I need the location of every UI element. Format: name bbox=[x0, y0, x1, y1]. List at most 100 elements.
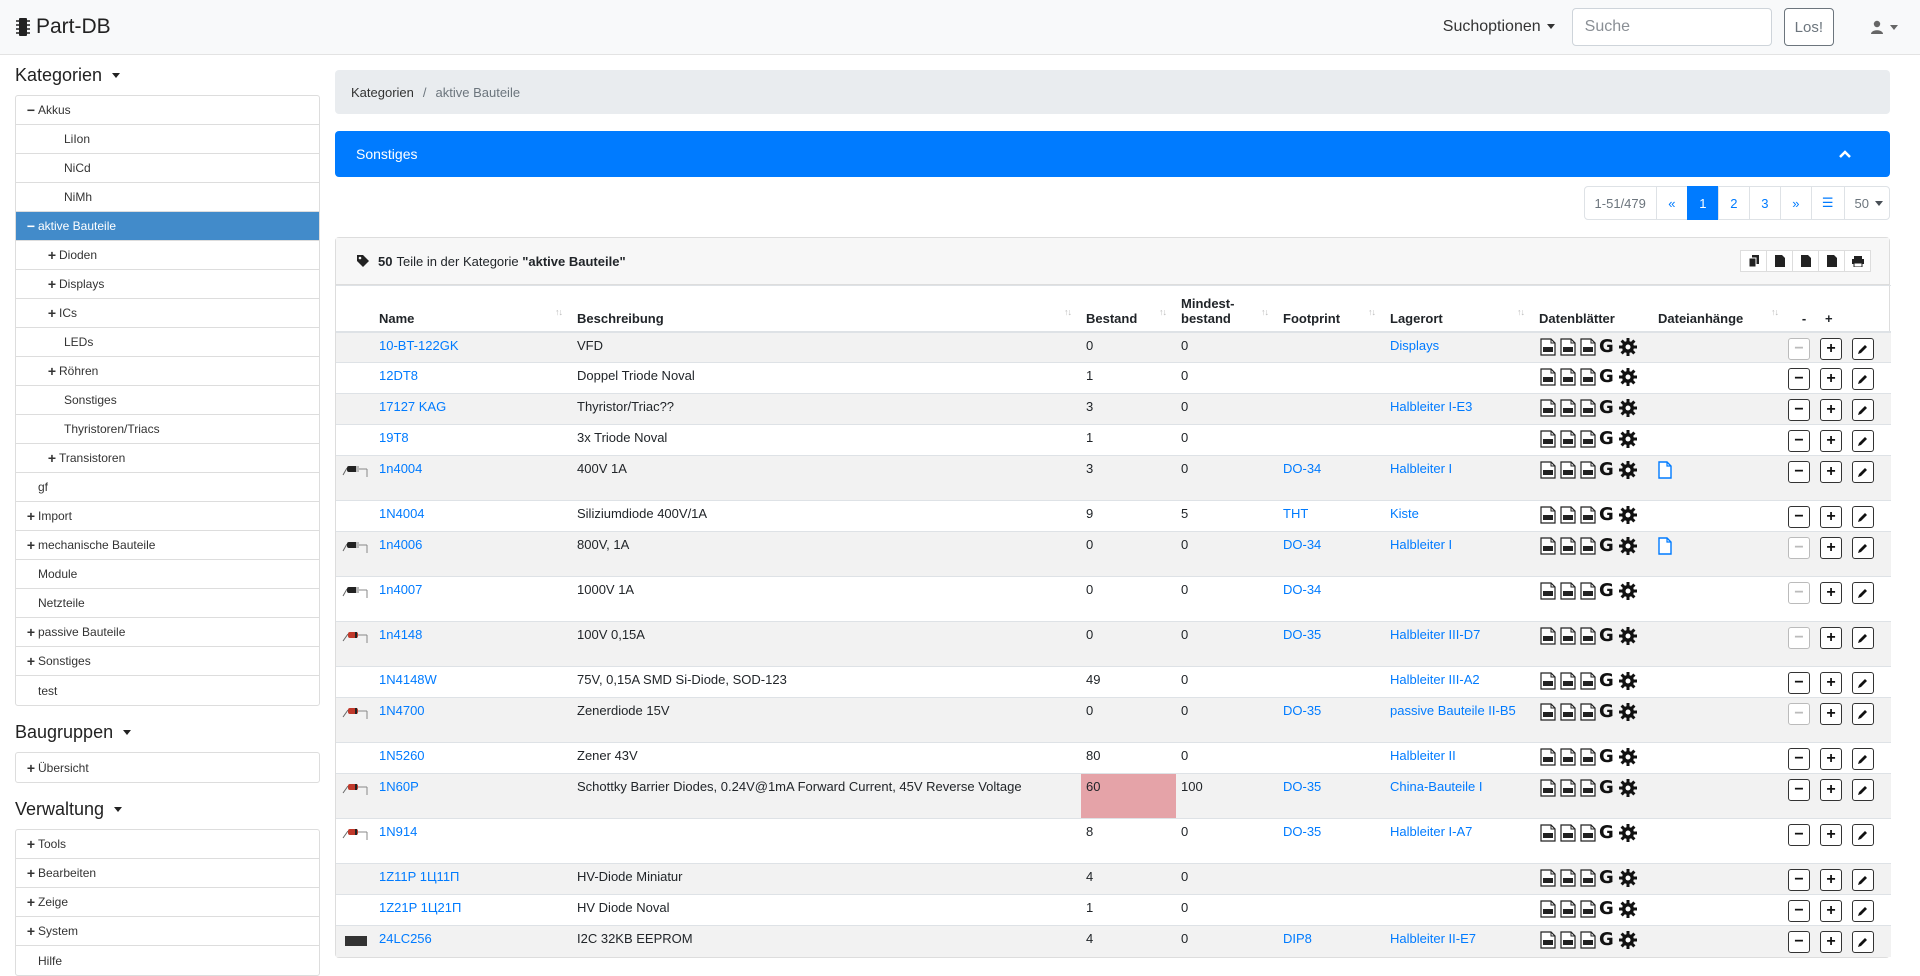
datasheet-archive-icon[interactable] bbox=[1579, 368, 1597, 386]
part-name-link[interactable]: 1N5260 bbox=[379, 748, 425, 763]
tree-item-übersicht[interactable]: + Übersicht bbox=[16, 753, 319, 782]
octopart-gear-icon[interactable] bbox=[1619, 869, 1637, 887]
expand-icon[interactable]: + bbox=[26, 836, 36, 852]
datasheet-pdf-icon[interactable] bbox=[1559, 368, 1577, 386]
edit-button[interactable] bbox=[1852, 337, 1874, 360]
table-row[interactable]: 17127 KAG Thyristor/Triac?? 3 0 Halbleiter I… bbox=[336, 393, 1891, 425]
withdraw-button[interactable]: − bbox=[1788, 461, 1810, 483]
datasheet-archive-icon[interactable] bbox=[1579, 931, 1597, 949]
datasheet-pdf-icon[interactable] bbox=[1559, 703, 1577, 721]
add-stock-button[interactable]: + bbox=[1820, 337, 1842, 360]
tree-item-ics[interactable]: + ICs bbox=[16, 299, 319, 328]
edit-button[interactable] bbox=[1852, 779, 1874, 801]
datasheet-archive-icon[interactable] bbox=[1579, 537, 1597, 555]
datasheet-pdf-icon[interactable] bbox=[1559, 824, 1577, 842]
part-name-link[interactable]: 1n4004 bbox=[379, 461, 422, 476]
datasheet-archive-icon[interactable] bbox=[1579, 399, 1597, 417]
octopart-gear-icon[interactable] bbox=[1619, 399, 1637, 417]
table-row[interactable]: 19T8 3x Triode Noval 1 0 G − + bbox=[336, 424, 1891, 456]
octopart-gear-icon[interactable] bbox=[1619, 900, 1637, 918]
tree-item-transistoren[interactable]: + Transistoren bbox=[16, 444, 319, 473]
google-search-icon[interactable]: G bbox=[1599, 900, 1617, 918]
expand-icon[interactable]: + bbox=[47, 247, 57, 263]
tree-item-system[interactable]: + System bbox=[16, 917, 319, 946]
part-thumbnail[interactable] bbox=[341, 630, 371, 644]
edit-button[interactable] bbox=[1852, 461, 1874, 483]
filter-panel-header[interactable]: Sonstiges bbox=[335, 131, 1890, 177]
alldatasheet-icon[interactable] bbox=[1539, 399, 1557, 417]
file-attachment-icon[interactable] bbox=[1658, 461, 1672, 479]
footprint-link[interactable]: DO-35 bbox=[1283, 703, 1321, 718]
table-row[interactable]: 1Z21P 1Ц21П HV Diode Noval 1 0 G − + bbox=[336, 894, 1891, 926]
tree-item-dioden[interactable]: + Dioden bbox=[16, 241, 319, 270]
table-row[interactable]: 1N60P Schottky Barrier Diodes, 0.24V@1mA … bbox=[336, 773, 1891, 819]
expand-icon[interactable]: + bbox=[47, 276, 57, 292]
octopart-gear-icon[interactable] bbox=[1619, 430, 1637, 448]
add-stock-button[interactable]: + bbox=[1820, 931, 1842, 953]
add-stock-button[interactable]: + bbox=[1820, 430, 1842, 452]
user-menu[interactable] bbox=[1870, 20, 1898, 34]
baugruppen-title[interactable]: Baugruppen bbox=[15, 712, 320, 752]
footprint-link[interactable]: DO-35 bbox=[1283, 824, 1321, 839]
pagination-page-1[interactable]: 1 bbox=[1686, 186, 1719, 220]
storage-location-link[interactable]: Displays bbox=[1390, 338, 1439, 353]
col-footprint[interactable]: Footprint ↑↓ bbox=[1278, 285, 1385, 333]
edit-button[interactable] bbox=[1852, 824, 1874, 846]
google-search-icon[interactable]: G bbox=[1599, 672, 1617, 690]
tree-item-passive-bauteile[interactable]: + passive Bauteile bbox=[16, 618, 319, 647]
storage-location-link[interactable]: Halbleiter III-D7 bbox=[1390, 627, 1480, 642]
alldatasheet-icon[interactable] bbox=[1539, 703, 1557, 721]
part-thumbnail[interactable] bbox=[341, 464, 371, 478]
alldatasheet-icon[interactable] bbox=[1539, 931, 1557, 949]
alldatasheet-icon[interactable] bbox=[1539, 368, 1557, 386]
print-icon[interactable] bbox=[1844, 250, 1871, 272]
octopart-gear-icon[interactable] bbox=[1619, 506, 1637, 524]
search-input[interactable] bbox=[1571, 8, 1772, 46]
alldatasheet-icon[interactable] bbox=[1539, 430, 1557, 448]
datasheet-pdf-icon[interactable] bbox=[1559, 779, 1577, 797]
octopart-gear-icon[interactable] bbox=[1619, 931, 1637, 949]
list-view-icon[interactable]: ☰ bbox=[1810, 186, 1845, 220]
part-name-link[interactable]: 17127 KAG bbox=[379, 399, 446, 414]
storage-location-link[interactable]: China-Bauteile I bbox=[1390, 779, 1483, 794]
google-search-icon[interactable]: G bbox=[1599, 461, 1617, 479]
table-row[interactable]: 1n4006 800V, 1A 0 0 DO-34 Halbleiter I G − + bbox=[336, 531, 1891, 577]
octopart-gear-icon[interactable] bbox=[1619, 337, 1637, 356]
part-name-link[interactable]: 1n4148 bbox=[379, 627, 422, 642]
tree-item-module[interactable]: Module bbox=[16, 560, 319, 589]
datasheet-archive-icon[interactable] bbox=[1579, 461, 1597, 479]
storage-location-link[interactable]: Halbleiter III-A2 bbox=[1390, 672, 1480, 687]
verwaltung-title[interactable]: Verwaltung bbox=[15, 789, 320, 829]
footprint-link[interactable]: DO-35 bbox=[1283, 627, 1321, 642]
alldatasheet-icon[interactable] bbox=[1539, 582, 1557, 600]
csv-export-icon[interactable] bbox=[1792, 250, 1819, 272]
part-name-link[interactable]: 1n4007 bbox=[379, 582, 422, 597]
col-dateianhaenge[interactable]: Dateianhänge ↑↓ bbox=[1653, 285, 1788, 333]
add-stock-button[interactable]: + bbox=[1820, 506, 1842, 528]
datasheet-pdf-icon[interactable] bbox=[1559, 461, 1577, 479]
edit-button[interactable] bbox=[1852, 931, 1874, 953]
datasheet-pdf-icon[interactable] bbox=[1559, 399, 1577, 417]
google-search-icon[interactable]: G bbox=[1599, 399, 1617, 417]
add-stock-button[interactable]: + bbox=[1820, 748, 1842, 770]
part-name-link[interactable]: 1Z21P 1Ц21П bbox=[379, 900, 461, 915]
octopart-gear-icon[interactable] bbox=[1619, 824, 1637, 842]
col-name[interactable]: Name ↑↓ bbox=[374, 285, 572, 333]
collapse-icon[interactable]: − bbox=[26, 102, 36, 118]
datasheet-pdf-icon[interactable] bbox=[1559, 672, 1577, 690]
datasheet-pdf-icon[interactable] bbox=[1559, 627, 1577, 645]
withdraw-button[interactable]: − bbox=[1788, 672, 1810, 694]
file-attachment-icon[interactable] bbox=[1658, 537, 1672, 555]
search-options-dropdown[interactable]: Suchoptionen bbox=[1443, 18, 1555, 36]
expand-icon[interactable]: + bbox=[26, 760, 36, 776]
footprint-link[interactable]: DO-35 bbox=[1283, 779, 1321, 794]
storage-location-link[interactable]: Kiste bbox=[1390, 506, 1419, 521]
octopart-gear-icon[interactable] bbox=[1619, 582, 1637, 600]
footprint-link[interactable]: DO-34 bbox=[1283, 582, 1321, 597]
part-name-link[interactable]: 1N60P bbox=[379, 779, 419, 794]
alldatasheet-icon[interactable] bbox=[1539, 627, 1557, 645]
datasheet-archive-icon[interactable] bbox=[1579, 627, 1597, 645]
datasheet-archive-icon[interactable] bbox=[1579, 824, 1597, 842]
add-stock-button[interactable]: + bbox=[1820, 869, 1842, 891]
google-search-icon[interactable]: G bbox=[1599, 582, 1617, 600]
